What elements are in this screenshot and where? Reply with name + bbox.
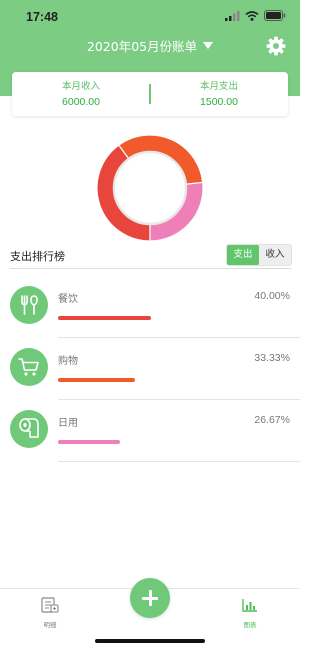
caret-down-icon bbox=[203, 42, 214, 49]
status-time: 17:48 bbox=[26, 10, 58, 24]
donut-slice bbox=[118, 134, 204, 185]
add-record-button[interactable] bbox=[130, 578, 170, 618]
month-selector[interactable]: 2020年05月份账单 bbox=[0, 36, 300, 55]
tab-chart[interactable]: 图表 bbox=[230, 597, 270, 629]
tab-details[interactable]: 明细 bbox=[30, 597, 70, 629]
tab-details-label: 明细 bbox=[43, 621, 57, 629]
ledger-icon bbox=[41, 597, 59, 613]
wifi-icon bbox=[245, 10, 259, 21]
category-badge bbox=[10, 348, 48, 386]
tab-chart-label: 图表 bbox=[243, 621, 257, 629]
expense-donut-chart bbox=[96, 134, 204, 242]
income-summary: 本月收入 6000.00 bbox=[12, 78, 150, 108]
list-item[interactable]: 餐饮 40.00% bbox=[0, 276, 300, 338]
category-percent: 40.00% bbox=[254, 290, 290, 302]
shopping-cart-icon bbox=[18, 358, 39, 376]
expense-label: 本月支出 bbox=[199, 81, 238, 92]
expense-summary: 本月支出 1500.00 bbox=[150, 78, 288, 108]
utensils-icon bbox=[21, 295, 38, 315]
ranking-divider bbox=[10, 268, 292, 269]
category-name: 购物 bbox=[58, 356, 78, 367]
category-bar bbox=[58, 316, 151, 320]
income-value: 6000.00 bbox=[62, 96, 100, 108]
donut-inner-ring bbox=[112, 150, 188, 226]
toggle-income-button[interactable]: 收入 bbox=[259, 245, 291, 265]
list-item[interactable]: 购物 33.33% bbox=[0, 338, 300, 400]
home-indicator bbox=[95, 639, 205, 643]
toilet-paper-icon bbox=[19, 418, 39, 438]
status-icons bbox=[225, 10, 286, 21]
battery-icon bbox=[264, 10, 286, 21]
signal-icon bbox=[225, 10, 240, 21]
category-name: 餐饮 bbox=[58, 294, 78, 305]
ranking-title: 支出排行榜 bbox=[10, 250, 65, 263]
ranking-header: 支出排行榜 支出 收入 bbox=[10, 244, 292, 269]
category-percent: 26.67% bbox=[254, 414, 290, 426]
row-divider bbox=[58, 461, 300, 462]
list-item[interactable]: 日用 26.67% bbox=[0, 400, 300, 462]
category-bar bbox=[58, 378, 136, 382]
type-toggle: 支出 收入 bbox=[226, 244, 292, 266]
status-bar: 17:48 bbox=[0, 0, 300, 30]
settings-gear-icon[interactable] bbox=[266, 36, 286, 56]
bar-chart-icon bbox=[242, 599, 257, 612]
category-badge bbox=[10, 286, 48, 324]
page-title: 2020年05月份账单 bbox=[86, 39, 198, 54]
toggle-expense-button[interactable]: 支出 bbox=[227, 245, 259, 265]
income-label: 本月收入 bbox=[61, 81, 100, 92]
category-percent: 33.33% bbox=[254, 352, 290, 364]
expense-value: 1500.00 bbox=[200, 96, 238, 108]
category-badge bbox=[10, 410, 48, 448]
category-bar bbox=[58, 440, 120, 444]
donut-slice bbox=[96, 144, 151, 242]
summary-card: 本月收入 6000.00 本月支出 1500.00 bbox=[12, 72, 288, 116]
category-name: 日用 bbox=[58, 418, 78, 429]
